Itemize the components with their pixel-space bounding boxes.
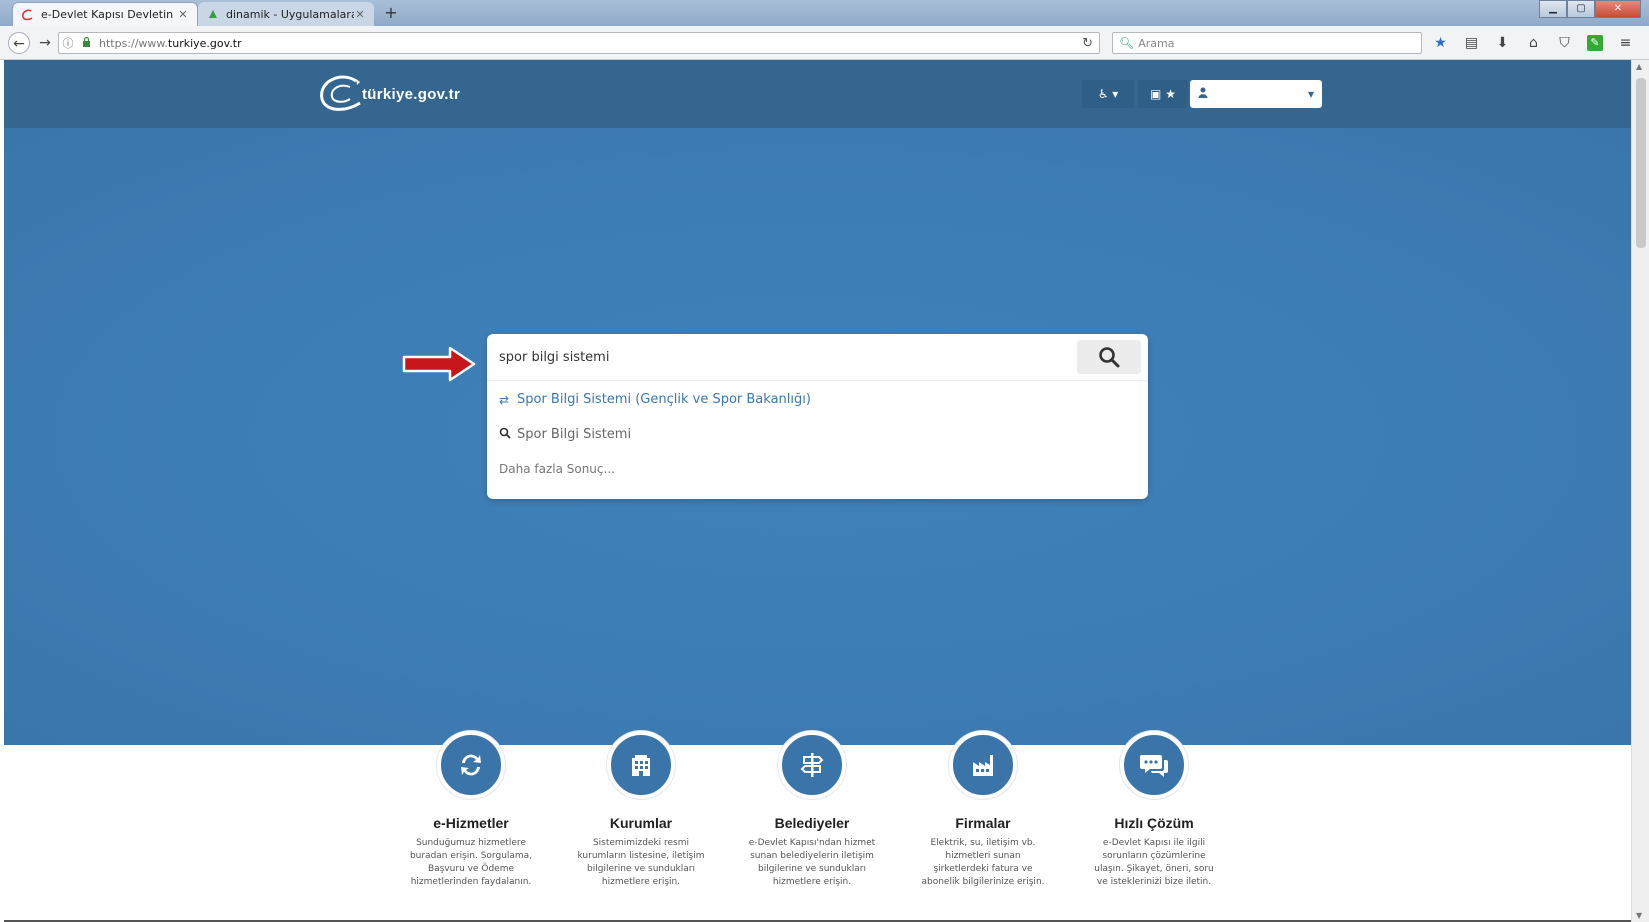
accessibility-button[interactable]: ♿ ▾ [1082, 80, 1134, 108]
suggestion-label: Spor Bilgi Sistemi (Gençlik ve Spor Baka… [517, 392, 811, 407]
scrollbar-thumb[interactable] [1636, 78, 1646, 248]
site-logo[interactable]: türkiye.gov.tr [316, 73, 460, 115]
close-tab-icon[interactable]: ✕ [177, 8, 189, 21]
url-text: https://www.turkiye.gov.tr [99, 36, 242, 50]
info-icon[interactable]: ⓘ [59, 35, 77, 51]
suggestion-label: Daha fazla Sonuç... [499, 462, 615, 476]
reload-icon[interactable]: ↻ [1082, 36, 1093, 51]
window-controls: ▁ ▢ ✕ [1539, 0, 1641, 18]
tab-title: dinamik - Uygulamalara eri... [226, 7, 354, 21]
minimize-icon[interactable]: ▁ [1539, 0, 1567, 18]
tab-title: e-Devlet Kapısı Devletin Kıs... [41, 8, 177, 21]
home-icon[interactable]: ⌂ [1518, 32, 1549, 54]
refresh-icon [437, 731, 505, 799]
user-login-button[interactable]: ▾ [1190, 80, 1322, 108]
extension-icon[interactable]: ✎ [1587, 35, 1603, 51]
service-title: Belediyeler [774, 815, 850, 831]
scroll-down-icon[interactable]: ▼ [1636, 911, 1642, 920]
service-desc: Sunduğumuz hizmetlere buradan erişin. So… [409, 838, 533, 887]
refresh-icon: ⇄ [499, 392, 510, 407]
logo-text: türkiye.gov.tr [362, 85, 461, 103]
web-page: türkiye.gov.tr ♿ ▾ ▣ ★ ▾ ⇄ Spor [4, 60, 1631, 922]
browser-nav-bar: ← → ⓘ https://www.turkiye.gov.tr ↻ 🔍︎ Ar… [0, 26, 1649, 60]
chat-icon [1120, 731, 1188, 799]
suggestion-search[interactable]: Spor Bilgi Sistemi [499, 427, 631, 442]
search-input[interactable] [487, 334, 1067, 380]
favorites-star-icon: ★ [1165, 87, 1176, 101]
chevron-down-icon: ▾ [1112, 87, 1119, 101]
service-desc: e-Devlet Kapısı ile ilgili sorunların çö… [1094, 838, 1214, 887]
site-header: türkiye.gov.tr ♿ ▾ ▣ ★ ▾ [4, 60, 1631, 128]
search-icon [499, 427, 517, 442]
suggestion-service[interactable]: ⇄ Spor Bilgi Sistemi (Gençlik ve Spor Ba… [499, 392, 811, 407]
divider [487, 380, 1148, 381]
bookmark-star-icon[interactable]: ★ [1425, 32, 1456, 54]
browser-tab-dinamik[interactable]: dinamik - Uygulamalara eri... ✕ [198, 2, 374, 26]
browser-tab-bar: e-Devlet Kapısı Devletin Kıs... ✕ dinami… [0, 0, 1649, 26]
factory-icon [949, 731, 1017, 799]
browser-tab-edevlet[interactable]: e-Devlet Kapısı Devletin Kıs... ✕ [12, 2, 198, 26]
close-window-icon[interactable]: ✕ [1595, 0, 1641, 18]
download-icon[interactable]: ⬇ [1487, 32, 1518, 54]
more-results-link[interactable]: Daha fazla Sonuç... [499, 462, 615, 476]
search-engine-icon: 🔍︎ [1119, 36, 1135, 50]
forward-icon[interactable]: → [34, 32, 56, 54]
edevlet-favicon-icon [21, 8, 35, 22]
id-card-icon: ▣ [1150, 87, 1162, 101]
document-favicon-icon [206, 7, 220, 21]
lock-icon [77, 36, 95, 50]
back-icon[interactable]: ← [8, 32, 30, 54]
page-scrollbar[interactable]: ▲ ▼ [1631, 60, 1649, 922]
service-desc: Elektrik, su, iletişim vb. hizmetleri su… [921, 838, 1045, 887]
search-button[interactable] [1077, 340, 1141, 374]
service-title: Hızlı Çözüm [1114, 815, 1194, 831]
new-tab-button[interactable]: + [380, 3, 402, 23]
close-tab-icon[interactable]: ✕ [354, 8, 366, 21]
edevlet-logo-icon [320, 75, 361, 111]
scroll-up-icon[interactable]: ▲ [1636, 62, 1642, 71]
search-placeholder: Arama [1138, 36, 1175, 50]
search-icon [1099, 347, 1120, 368]
id-card-favorites-button[interactable]: ▣ ★ [1138, 80, 1188, 108]
maximize-icon[interactable]: ▢ [1567, 0, 1595, 18]
service-title: Firmalar [955, 815, 1011, 831]
service-desc: Sistemimizdeki resmi kurumların listesin… [577, 838, 705, 887]
suggestion-label: Spor Bilgi Sistemi [517, 427, 632, 442]
browser-search-box[interactable]: 🔍︎ Arama [1112, 32, 1422, 54]
service-desc: e-Devlet Kapısı'ndan hizmet sunan beledi… [748, 838, 876, 887]
pocket-icon[interactable]: ⛉ [1549, 32, 1580, 54]
building-icon [607, 731, 675, 799]
red-arrow-icon [402, 346, 476, 382]
menu-icon[interactable]: ≡ [1610, 32, 1641, 54]
user-icon [1198, 87, 1208, 101]
bookmarks-list-icon[interactable]: ▤ [1456, 32, 1487, 54]
signpost-icon [778, 731, 846, 799]
browser-toolbar: ★ ▤ ⬇ ⌂ ⛉ ✎ ≡ [1425, 32, 1641, 54]
service-title: Kurumlar [609, 815, 673, 831]
search-panel: ⇄ Spor Bilgi Sistemi (Gençlik ve Spor Ba… [487, 334, 1148, 499]
services-section: e-Hizmetler Sunduğumuz hizmetlere burada… [4, 731, 1631, 922]
service-title: e-Hizmetler [433, 815, 509, 831]
chevron-down-icon: ▾ [1307, 87, 1314, 101]
accessibility-icon: ♿ [1097, 87, 1109, 101]
address-bar[interactable]: ⓘ https://www.turkiye.gov.tr ↻ [58, 32, 1100, 54]
